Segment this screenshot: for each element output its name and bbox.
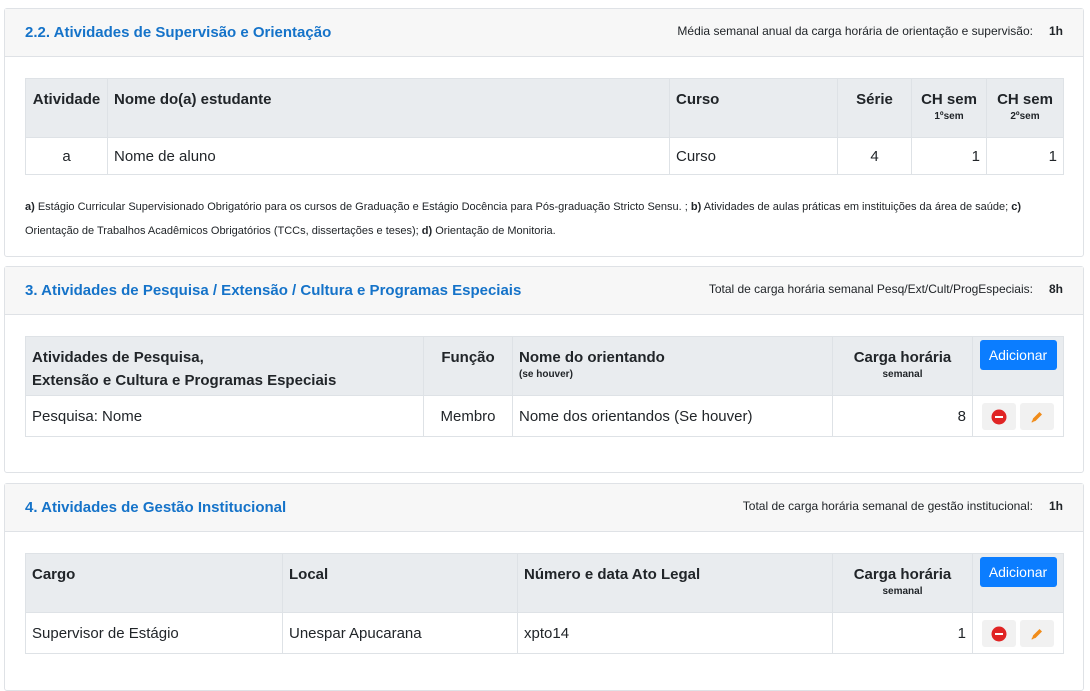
col-carga-horaria: Carga horária semanal — [832, 553, 973, 613]
cell-carga-horaria: 8 — [832, 395, 973, 437]
legend-key-c: c) — [1011, 201, 1022, 213]
section-pesquisa-title: 3. Atividades de Pesquisa / Extensão / C… — [25, 282, 522, 299]
col-ch-sem-1: CH sem 1ºsem — [911, 78, 987, 138]
pesquisa-table: Atividades de Pesquisa, Extensão e Cultur… — [25, 336, 1064, 437]
section-pesquisa-summary: Total de carga horária semanal Pesq/Ext/… — [709, 282, 1063, 296]
col-funcao: Função — [423, 336, 513, 396]
col-ch-sem-1-sub: 1ºsem — [934, 111, 964, 122]
col-carga-horaria-sub: semanal — [882, 369, 923, 380]
col-carga-horaria: Carga horária semanal — [832, 336, 973, 396]
summary-value: 1h — [1048, 24, 1063, 38]
col-actions: Adicionar — [972, 553, 1064, 613]
col-ch-sem-2-label: CH sem — [997, 91, 1053, 108]
legend-text-d: Orientação de Monitoria. — [432, 225, 556, 237]
section-supervisao-summary: Média semanal anual da carga horária de … — [677, 24, 1063, 38]
col-local: Local — [282, 553, 518, 613]
col-carga-horaria-label: Carga horária — [853, 566, 952, 583]
section-gestao-title: 4. Atividades de Gestão Institucional — [25, 499, 287, 516]
col-cargo: Cargo — [25, 553, 283, 613]
col-serie: Série — [837, 78, 912, 138]
col-atividades-pesquisa-line1: Atividades de Pesquisa, — [32, 349, 204, 366]
cell-serie: 4 — [837, 137, 912, 175]
col-atividades-pesquisa-line2: Extensão e Cultura e Programas Especiais — [32, 372, 337, 389]
summary-value: 1h — [1048, 499, 1063, 513]
add-pesquisa-button[interactable]: Adicionar — [979, 340, 1057, 370]
section-supervisao-card: 2.2. Atividades de Supervisão e Orientaç… — [4, 8, 1084, 257]
cell-orientando: Nome dos orientandos (Se houver) — [512, 395, 833, 437]
add-gestao-button[interactable]: Adicionar — [979, 557, 1057, 587]
section-supervisao-title: 2.2. Atividades de Supervisão e Orientaç… — [25, 24, 332, 41]
summary-label: Total de carga horária semanal de gestão… — [742, 499, 1033, 513]
cell-atividade: a — [25, 137, 108, 175]
pencil-icon — [1031, 411, 1043, 423]
col-ch-sem-2-sub: 2ºsem — [1010, 111, 1040, 122]
cell-atividade-pesquisa: Pesquisa: Nome — [25, 395, 424, 437]
col-atividade: Atividade — [25, 78, 108, 138]
section-gestao-header: 4. Atividades de Gestão Institucional To… — [5, 484, 1083, 532]
gestao-table: Cargo Local Número e data Ato Legal Carg… — [25, 553, 1064, 654]
section-supervisao-header: 2.2. Atividades de Supervisão e Orientaç… — [5, 9, 1083, 57]
activity-legend: a) Estágio Curricular Supervisionado Obr… — [25, 195, 1065, 243]
col-actions: Adicionar — [972, 336, 1064, 396]
col-carga-horaria-label: Carga horária — [853, 349, 952, 366]
col-orientando: Nome do orientando (se houver) — [512, 336, 833, 396]
col-nome-estudante: Nome do(a) estudante — [107, 78, 670, 138]
summary-value: 8h — [1048, 282, 1063, 296]
supervisao-table: Atividade Nome do(a) estudante Curso Sér… — [25, 78, 1064, 175]
summary-label: Total de carga horária semanal Pesq/Ext/… — [708, 282, 1033, 296]
cell-curso: Curso — [669, 137, 838, 175]
cell-ch-sem-1: 1 — [911, 137, 987, 175]
col-curso: Curso — [669, 78, 838, 138]
legend-text-a: Estágio Curricular Supervisionado Obriga… — [34, 201, 691, 213]
cell-local: Unespar Apucarana — [282, 612, 518, 654]
cell-row-actions — [972, 612, 1064, 654]
col-orientando-sub: (se houver) — [519, 369, 573, 380]
summary-label: Média semanal anual da carga horária de … — [677, 24, 1033, 38]
legend-key-b: b) — [690, 201, 702, 213]
table-row: a Nome de aluno Curso 4 1 1 — [25, 137, 1064, 175]
col-atividades-pesquisa: Atividades de Pesquisa, Extensão e Cultur… — [25, 336, 424, 396]
cell-nome-estudante: Nome de aluno — [107, 137, 670, 175]
remove-button[interactable] — [981, 402, 1016, 430]
cell-row-actions — [972, 395, 1064, 437]
legend-key-a: a) — [25, 201, 35, 213]
section-gestao-card: 4. Atividades de Gestão Institucional To… — [4, 483, 1084, 691]
legend-text-c: Orientação de Trabalhos Acadêmicos Obrig… — [25, 225, 422, 237]
table-row: Pesquisa: Nome Membro Nome dos orientand… — [25, 395, 1064, 437]
cell-funcao: Membro — [423, 395, 513, 437]
minus-circle-icon — [991, 626, 1007, 642]
cell-cargo: Supervisor de Estágio — [25, 612, 283, 654]
section-gestao-summary: Total de carga horária semanal de gestão… — [743, 499, 1063, 513]
edit-button[interactable] — [1020, 619, 1055, 647]
section-pesquisa-card: 3. Atividades de Pesquisa / Extensão / C… — [4, 266, 1084, 473]
col-ch-sem-2: CH sem 2ºsem — [986, 78, 1064, 138]
col-carga-horaria-sub: semanal — [882, 586, 923, 597]
remove-button[interactable] — [981, 619, 1016, 647]
cell-carga-horaria: 1 — [832, 612, 973, 654]
col-orientando-label: Nome do orientando — [519, 349, 665, 366]
legend-text-b: Atividades de aulas práticas em institui… — [701, 201, 1012, 213]
cell-ato-legal: xpto14 — [517, 612, 833, 654]
section-pesquisa-header: 3. Atividades de Pesquisa / Extensão / C… — [5, 267, 1083, 315]
edit-button[interactable] — [1020, 402, 1055, 430]
col-ato-legal: Número e data Ato Legal — [517, 553, 833, 613]
minus-circle-icon — [991, 409, 1007, 425]
pencil-icon — [1031, 628, 1043, 640]
legend-key-d: d) — [421, 225, 433, 237]
cell-ch-sem-2: 1 — [986, 137, 1064, 175]
table-row: Supervisor de Estágio Unespar Apucarana … — [25, 612, 1064, 654]
col-ch-sem-1-label: CH sem — [921, 91, 977, 108]
